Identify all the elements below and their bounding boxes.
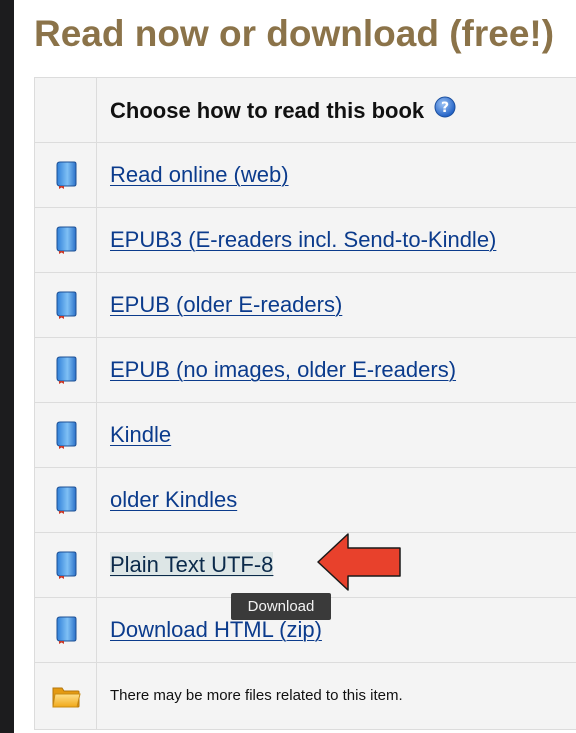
- table-row: There may be more files related to this …: [34, 662, 576, 730]
- table-row: EPUB3 (E-readers incl. Send-to-Kindle): [34, 207, 576, 273]
- format-icon-cell: [34, 142, 97, 208]
- format-link-html-zip[interactable]: Download HTML (zip): [110, 617, 322, 642]
- format-link-plain-text[interactable]: Plain Text UTF-8: [110, 552, 274, 577]
- help-icon[interactable]: ?: [434, 96, 456, 118]
- table-row: EPUB (older E-readers): [34, 272, 576, 338]
- table-header-label: Choose how to read this book: [110, 97, 425, 123]
- page-title: Read now or download (free!): [34, 13, 555, 54]
- book-icon: [56, 486, 76, 514]
- book-icon: [56, 161, 76, 189]
- format-icon-cell: [34, 207, 97, 273]
- format-icon-cell: [34, 402, 97, 468]
- table-row: Read online (web): [34, 142, 576, 208]
- format-link-read-online[interactable]: Read online (web): [110, 162, 289, 187]
- format-icon-cell: [34, 532, 97, 598]
- format-link-epub-older[interactable]: EPUB (older E-readers): [110, 292, 342, 317]
- format-icon-cell: [34, 337, 97, 403]
- format-link-kindle[interactable]: Kindle: [110, 422, 171, 447]
- book-icon: [56, 551, 76, 579]
- more-files-note: There may be more files related to this …: [110, 687, 403, 704]
- svg-text:?: ?: [441, 100, 449, 116]
- table-row: EPUB (no images, older E-readers): [34, 337, 576, 403]
- format-link-epub-no-images[interactable]: EPUB (no images, older E-readers): [110, 357, 456, 382]
- table-row: older Kindles: [34, 467, 576, 533]
- format-link-older-kindles[interactable]: older Kindles: [110, 487, 237, 512]
- folder-icon: [51, 687, 81, 708]
- note-icon-cell: [34, 662, 97, 730]
- book-icon: [56, 291, 76, 319]
- format-icon-cell: [34, 467, 97, 533]
- format-icon-cell: [34, 272, 97, 338]
- format-link-epub3[interactable]: EPUB3 (E-readers incl. Send-to-Kindle): [110, 227, 496, 252]
- book-icon: [56, 226, 76, 254]
- book-icon: [56, 421, 76, 449]
- table-row: Plain Text UTF-8: [34, 532, 576, 598]
- red-arrow-icon: [317, 533, 401, 591]
- page: Read now or download (free!) Choose how …: [14, 0, 576, 733]
- header-label-cell: Choose how to read this book ?: [96, 77, 576, 143]
- book-icon: [56, 616, 76, 644]
- download-formats-table: Choose how to read this book ? Read onli…: [34, 77, 576, 730]
- format-icon-cell: [34, 597, 97, 663]
- header-icon-cell: [34, 77, 97, 143]
- book-icon: [56, 356, 76, 384]
- download-tooltip: Download: [231, 593, 331, 620]
- table-header-row: Choose how to read this book ?: [34, 77, 576, 143]
- table-row: Kindle: [34, 402, 576, 468]
